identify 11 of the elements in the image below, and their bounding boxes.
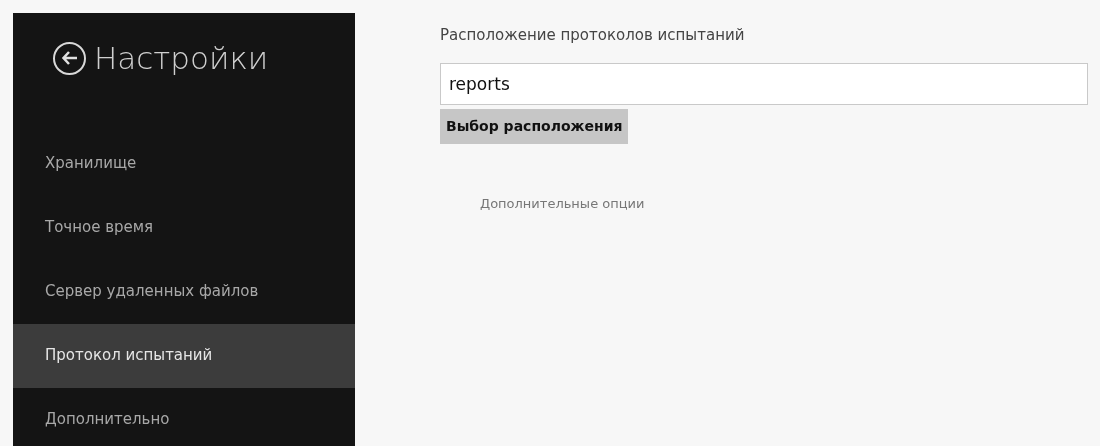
settings-title: Настройки <box>94 39 269 78</box>
more-options-link[interactable]: Дополнительные опции <box>480 193 1088 213</box>
choose-location-button[interactable]: Выбор расположения <box>440 108 629 144</box>
back-button[interactable] <box>53 41 86 75</box>
sidebar-item[interactable]: Дополнительно <box>13 387 355 446</box>
path-field[interactable]: reports <box>440 62 1088 105</box>
sidebar-item[interactable]: Точное время <box>13 195 355 260</box>
sidebar-item[interactable]: Хранилище <box>13 131 355 196</box>
sidebar-item[interactable]: Протокол испытаний <box>13 323 355 388</box>
section-heading: Расположение протоколов испытаний <box>440 25 746 46</box>
sidebar-item[interactable]: Сервер удаленных файлов <box>13 259 355 324</box>
